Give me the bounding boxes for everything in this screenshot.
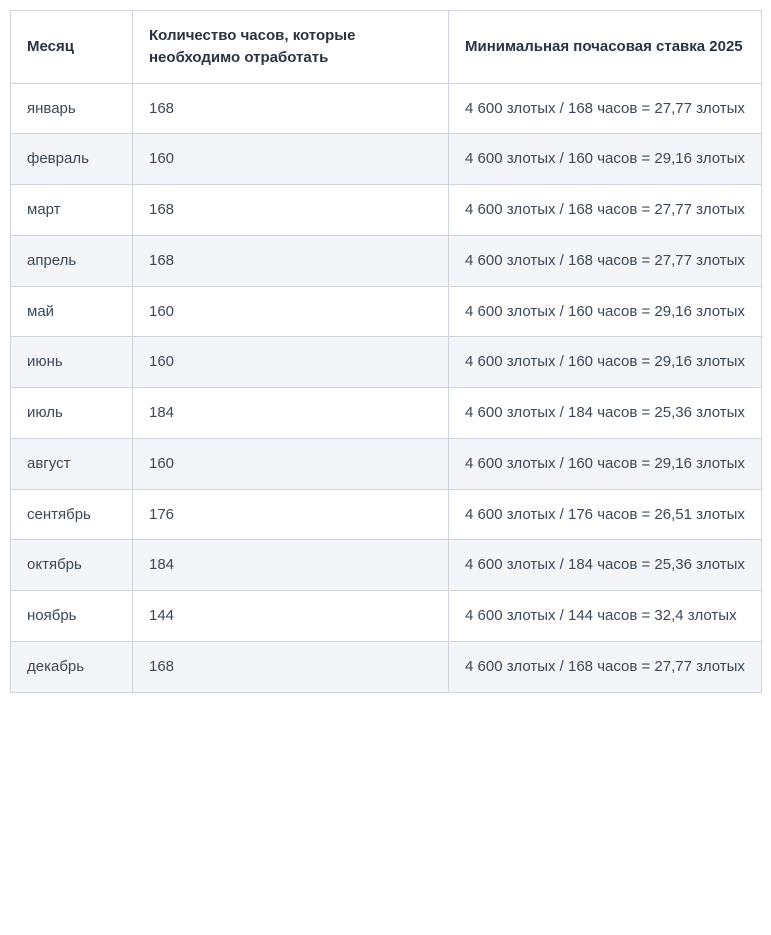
table-row: декабрь1684 600 злотых / 168 часов = 27,… (11, 641, 762, 692)
cell-hours: 184 (133, 388, 449, 439)
table-body: январь1684 600 злотых / 168 часов = 27,7… (11, 83, 762, 692)
table-row: июнь1604 600 злотых / 160 часов = 29,16 … (11, 337, 762, 388)
cell-month: декабрь (11, 641, 133, 692)
cell-hours: 160 (133, 438, 449, 489)
cell-rate: 4 600 злотых / 176 часов = 26,51 злотых (449, 489, 762, 540)
cell-rate: 4 600 злотых / 184 часов = 25,36 злотых (449, 388, 762, 439)
cell-hours: 184 (133, 540, 449, 591)
hourly-rate-table: Месяц Количество часов, которые необходи… (10, 10, 762, 693)
cell-rate: 4 600 злотых / 160 часов = 29,16 злотых (449, 337, 762, 388)
cell-rate: 4 600 злотых / 144 часов = 32,4 злотых (449, 591, 762, 642)
cell-hours: 168 (133, 83, 449, 134)
table-row: октябрь1844 600 злотых / 184 часов = 25,… (11, 540, 762, 591)
header-rate: Минимальная почасовая ставка 2025 (449, 11, 762, 84)
cell-hours: 160 (133, 286, 449, 337)
table-row: апрель1684 600 злотых / 168 часов = 27,7… (11, 235, 762, 286)
cell-hours: 160 (133, 134, 449, 185)
cell-rate: 4 600 злотых / 168 часов = 27,77 злотых (449, 83, 762, 134)
cell-month: май (11, 286, 133, 337)
cell-rate: 4 600 злотых / 168 часов = 27,77 злотых (449, 641, 762, 692)
cell-rate: 4 600 злотых / 160 часов = 29,16 злотых (449, 438, 762, 489)
table-row: сентябрь1764 600 злотых / 176 часов = 26… (11, 489, 762, 540)
table-header-row: Месяц Количество часов, которые необходи… (11, 11, 762, 84)
cell-month: февраль (11, 134, 133, 185)
header-month: Месяц (11, 11, 133, 84)
table-row: март1684 600 злотых / 168 часов = 27,77 … (11, 185, 762, 236)
table-row: ноябрь1444 600 злотых / 144 часов = 32,4… (11, 591, 762, 642)
cell-hours: 160 (133, 337, 449, 388)
cell-month: сентябрь (11, 489, 133, 540)
table-row: август1604 600 злотых / 160 часов = 29,1… (11, 438, 762, 489)
table-row: январь1684 600 злотых / 168 часов = 27,7… (11, 83, 762, 134)
cell-month: июль (11, 388, 133, 439)
cell-month: январь (11, 83, 133, 134)
cell-rate: 4 600 злотых / 168 часов = 27,77 злотых (449, 235, 762, 286)
header-hours: Количество часов, которые необходимо отр… (133, 11, 449, 84)
cell-hours: 176 (133, 489, 449, 540)
cell-hours: 168 (133, 641, 449, 692)
cell-hours: 144 (133, 591, 449, 642)
cell-rate: 4 600 злотых / 184 часов = 25,36 злотых (449, 540, 762, 591)
cell-month: август (11, 438, 133, 489)
cell-hours: 168 (133, 235, 449, 286)
cell-rate: 4 600 злотых / 160 часов = 29,16 злотых (449, 286, 762, 337)
table-row: май1604 600 злотых / 160 часов = 29,16 з… (11, 286, 762, 337)
cell-month: ноябрь (11, 591, 133, 642)
table-row: февраль1604 600 злотых / 160 часов = 29,… (11, 134, 762, 185)
cell-hours: 168 (133, 185, 449, 236)
cell-month: апрель (11, 235, 133, 286)
cell-rate: 4 600 злотых / 160 часов = 29,16 злотых (449, 134, 762, 185)
table-row: июль1844 600 злотых / 184 часов = 25,36 … (11, 388, 762, 439)
cell-month: март (11, 185, 133, 236)
cell-month: октябрь (11, 540, 133, 591)
cell-month: июнь (11, 337, 133, 388)
cell-rate: 4 600 злотых / 168 часов = 27,77 злотых (449, 185, 762, 236)
